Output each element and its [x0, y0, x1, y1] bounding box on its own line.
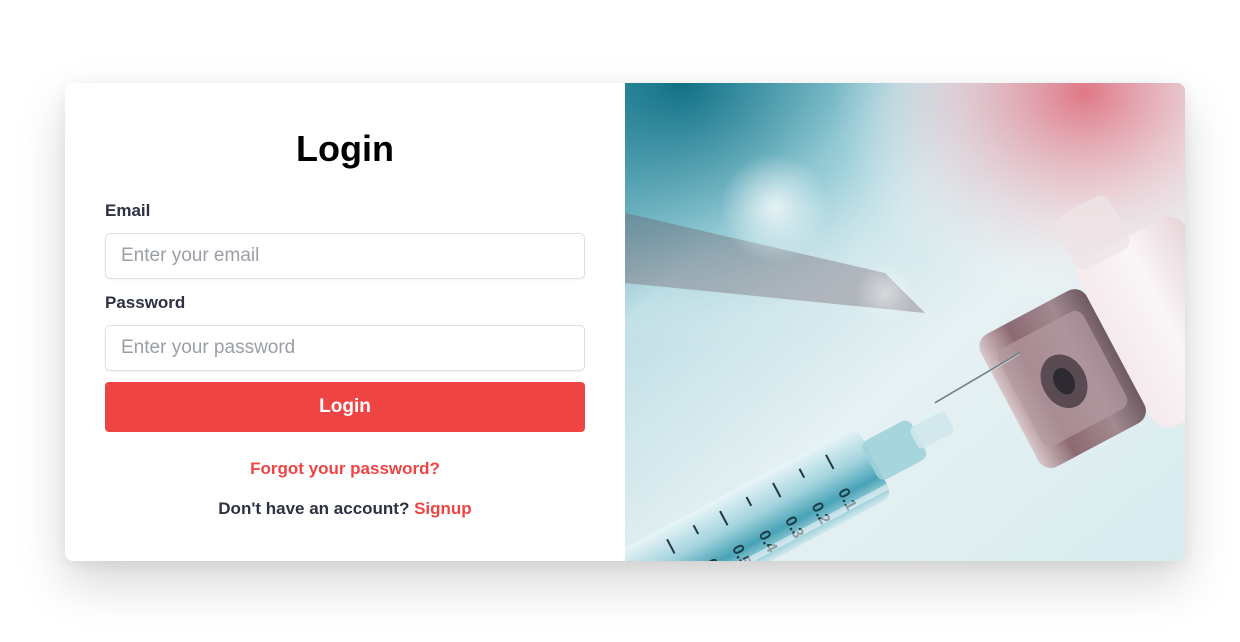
- signup-row: Don't have an account? Signup: [65, 499, 625, 519]
- signup-link[interactable]: Signup: [414, 499, 472, 518]
- hero-image: 0.1 0.2 0.3 0.4 0.5 0.6: [625, 83, 1185, 561]
- password-input[interactable]: [105, 325, 585, 371]
- login-card: Login Email Password Login Forgot your p…: [65, 83, 1185, 561]
- email-label: Email: [105, 201, 151, 220]
- password-label: Password: [105, 293, 186, 312]
- signup-prompt: Don't have an account?: [218, 499, 410, 518]
- forgot-password-link[interactable]: Forgot your password?: [65, 459, 625, 479]
- syringe-vial-photo: 0.1 0.2 0.3 0.4 0.5 0.6: [625, 83, 1185, 561]
- page-title: Login: [296, 128, 394, 169]
- email-input[interactable]: [105, 233, 585, 279]
- login-button[interactable]: Login: [105, 382, 585, 432]
- login-form: Login Email Password Login Forgot your p…: [65, 83, 625, 561]
